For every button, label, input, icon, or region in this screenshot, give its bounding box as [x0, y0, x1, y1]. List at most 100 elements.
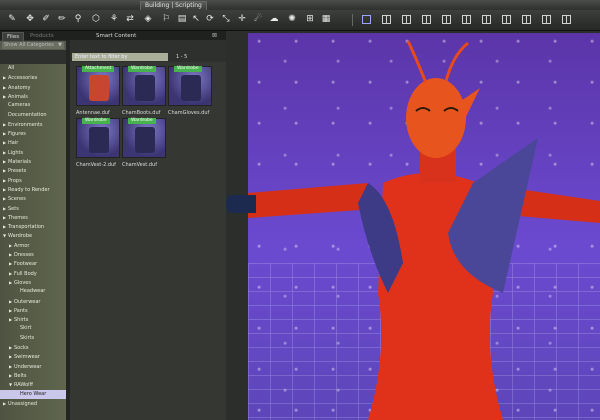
pane-close-icon[interactable]: ⊠ [212, 32, 217, 39]
category-item[interactable]: ▶ Props [0, 176, 66, 185]
node-weight-brush-icon[interactable]: ✐ [40, 13, 52, 25]
category-label: Materials [8, 159, 31, 165]
category-label: Themes [8, 214, 28, 221]
arm-edge [226, 195, 256, 213]
category-label: Cameras [8, 102, 31, 109]
geometry-editor-icon[interactable]: ⬡ [90, 13, 102, 25]
category-item[interactable]: ▼ RAWolff [0, 380, 66, 389]
category-item[interactable]: ▶ Scenes [0, 194, 66, 203]
scale-icon[interactable]: ⤡ [220, 13, 232, 25]
edit-tool-icon[interactable]: ✏ [56, 13, 68, 25]
script-icon[interactable]: ▤ [176, 13, 188, 25]
grid-icon[interactable]: ▦ [320, 13, 332, 25]
rotate-icon[interactable]: ⟳ [204, 13, 216, 25]
universal-tool-icon[interactable]: ✥ [24, 13, 36, 25]
category-item[interactable]: ▶ Footwear [0, 259, 66, 268]
category-item[interactable]: ▶ Hair [0, 138, 66, 147]
category-item[interactable]: ▶ Accessories [0, 73, 66, 82]
category-item[interactable]: ▶ Outerwear [0, 297, 66, 306]
region-navigator-icon[interactable]: ⚐ [160, 13, 172, 25]
viewport-layout-button[interactable] [362, 15, 371, 24]
camera-icon[interactable]: ☄ [252, 13, 264, 25]
category-item[interactable]: ▶ Anatomy [0, 83, 66, 92]
tab-products[interactable]: Products [26, 32, 58, 40]
category-item[interactable]: Skirt [0, 324, 66, 333]
category-item[interactable]: ▶ Environments [0, 120, 66, 129]
category-item[interactable]: All [0, 64, 66, 73]
category-item[interactable]: ▶ Full Body [0, 269, 66, 278]
category-item[interactable]: ▶ Animals [0, 92, 66, 101]
viewport-layout-button[interactable] [502, 15, 511, 24]
content-thumbnail[interactable]: Wardrobe ChamGloves.duf [168, 66, 212, 116]
content-thumbnail[interactable]: Wardrobe ChamVest-2.duf [76, 118, 120, 168]
category-item[interactable]: ▶ Lights [0, 148, 66, 157]
tab-smart-content[interactable]: Smart Content [92, 32, 140, 40]
type-badge: Wardrobe [128, 118, 156, 124]
category-item[interactable]: ▶ Themes [0, 213, 66, 222]
category-item[interactable]: ▶ Sets [0, 204, 66, 213]
category-item[interactable]: ▶ Ready to Render [0, 185, 66, 194]
transfer-icon[interactable]: ⇄ [124, 13, 136, 25]
category-label: Skirt [20, 325, 32, 332]
category-item[interactable]: ▶ Shirts [0, 315, 66, 324]
ear [458, 88, 480, 125]
viewport-layout-button[interactable] [402, 15, 411, 24]
category-item[interactable]: ▶ Belts [0, 371, 66, 380]
viewport-layout-button[interactable] [462, 15, 471, 24]
viewport-layout-button[interactable] [522, 15, 531, 24]
category-item[interactable]: ▶ Unassigned [0, 399, 66, 408]
layout-mode-tab[interactable]: Building | Scripting [140, 1, 207, 10]
category-item[interactable]: ▶ Underwear [0, 362, 66, 371]
content-thumbnail[interactable]: Attachment Antennae.duf [76, 66, 120, 116]
render-icon[interactable]: ☁ [268, 13, 280, 25]
category-label: Lights [8, 149, 24, 156]
translate-icon[interactable]: ✛ [236, 13, 248, 25]
surface-selection-icon[interactable]: ◈ [142, 13, 154, 25]
pane-tab-bar: Files Products Smart Content ⊠ [0, 31, 226, 41]
viewport-layout-button[interactable] [382, 15, 391, 24]
active-pose-icon[interactable]: ⚲ [72, 13, 84, 25]
category-label: Hero Wear [20, 390, 47, 397]
aux-viewport-icon[interactable]: ⊞ [304, 13, 316, 25]
3d-viewport[interactable] [248, 33, 600, 420]
content-thumbnail[interactable]: Wardrobe ChamBoots.duf [122, 66, 166, 116]
category-item[interactable]: ▶ Dresses [0, 250, 66, 259]
thumbnail-label: ChamBoots.duf [122, 110, 161, 116]
category-label: Anatomy [8, 84, 31, 91]
category-label: Belts [14, 372, 27, 379]
lights-icon[interactable]: ✺ [286, 13, 298, 25]
content-grid: Attachment Antennae.duf Wardrobe ChamBoots.… [70, 62, 226, 420]
category-item[interactable]: Cameras [0, 101, 66, 110]
pointer-icon[interactable]: ↖ [190, 13, 202, 25]
viewport-layout-button[interactable] [562, 15, 571, 24]
antenna-right [444, 41, 469, 82]
category-item[interactable]: ▶ Presets [0, 166, 66, 175]
category-item[interactable]: Headwear [0, 287, 66, 296]
filter-input[interactable]: Enter text to filter by [72, 53, 168, 61]
content-thumbnail[interactable]: Wardrobe ChamVest.duf [122, 118, 166, 168]
category-item[interactable]: ▶ Figures [0, 129, 66, 138]
viewport-layout-button[interactable] [422, 15, 431, 24]
category-item[interactable]: ▶ Socks [0, 343, 66, 352]
viewport-layout-button[interactable] [542, 15, 551, 24]
tab-files[interactable]: Files [2, 32, 25, 41]
category-item[interactable]: ▼ Wardrobe [0, 231, 66, 240]
category-item[interactable]: Documentation [0, 111, 66, 120]
joint-editor-icon[interactable]: ⚘ [108, 13, 120, 25]
viewport-layout-button[interactable] [442, 15, 451, 24]
main-toolbar: ✎ ✥ ✐ ✏ ⚲ ⬡ ⚘ ⇄ ◈ ⚐ ▤ ↖ ⟳ ⤡ ✛ ☄ ☁ ✺ ⊞ ▦ [0, 10, 600, 31]
category-select[interactable]: Show All Categories ▼ [2, 42, 64, 49]
category-item[interactable]: ▶ Transportation [0, 222, 66, 231]
item-preview [135, 127, 155, 153]
pose-tool-icon[interactable]: ✎ [6, 13, 18, 25]
category-item[interactable]: ▶ Gloves [0, 278, 66, 287]
category-label: Socks [14, 345, 29, 351]
category-item[interactable]: ▶ Materials [0, 157, 66, 166]
category-item[interactable]: Skirts [0, 334, 66, 343]
category-label: Sets [8, 205, 19, 212]
category-item[interactable]: Hero Wear [0, 389, 66, 399]
category-item[interactable]: ▶ Swimwear [0, 352, 66, 361]
category-item[interactable]: ▶ Pants [0, 306, 66, 315]
category-item[interactable]: ▶ Armor [0, 241, 66, 250]
viewport-layout-button[interactable] [482, 15, 491, 24]
